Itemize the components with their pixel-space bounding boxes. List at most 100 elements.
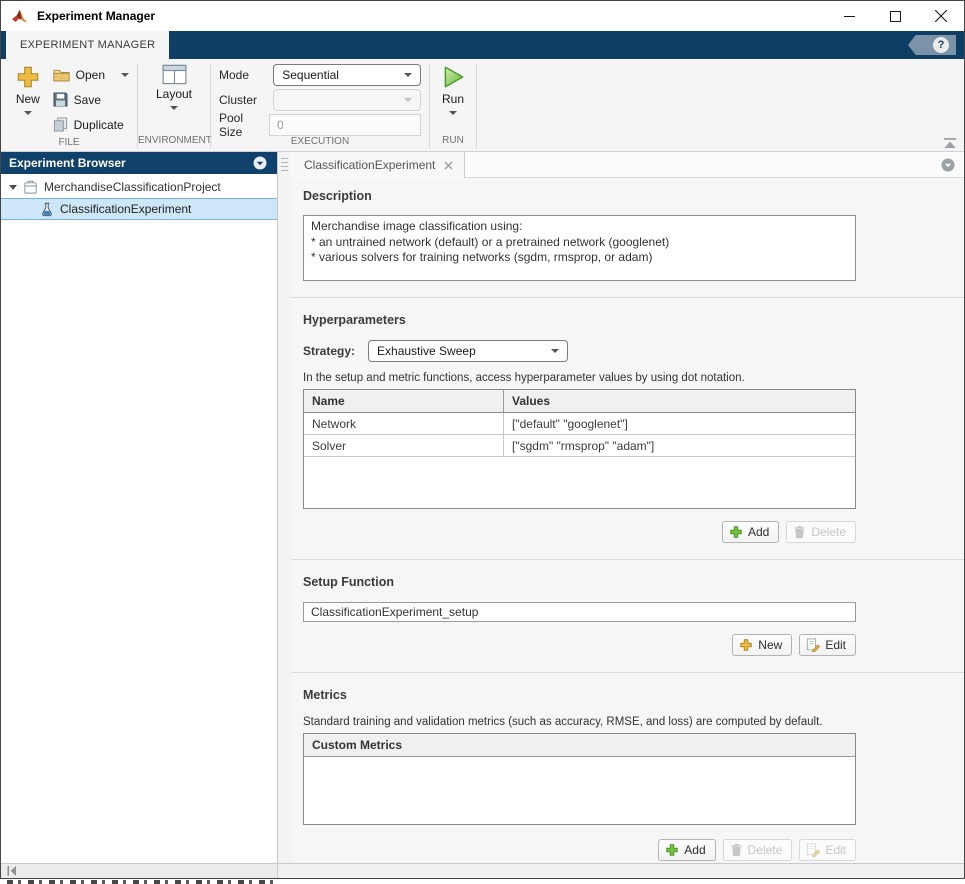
mode-label: Mode [219, 68, 273, 82]
file-group: New Open [1, 59, 137, 151]
tabbar-empty-space [465, 152, 964, 178]
close-button[interactable] [918, 1, 964, 31]
tab-close-icon[interactable] [444, 161, 453, 170]
layout-label: Layout [156, 87, 192, 101]
strategy-value: Exhaustive Sweep [377, 344, 476, 358]
metrics-actions: Add Delete [303, 839, 856, 861]
run-button[interactable]: Run [434, 61, 472, 135]
new-dropdown-caret[interactable] [24, 111, 32, 115]
strategy-dropdown[interactable]: Exhaustive Sweep [368, 340, 568, 362]
open-dropdown-caret[interactable] [121, 73, 129, 77]
mode-dropdown-caret [404, 73, 412, 77]
duplicate-label: Duplicate [74, 118, 124, 132]
panel-menu-button[interactable] [253, 156, 267, 170]
edit-button-label: Edit [825, 638, 846, 652]
delete-button-label: Delete [811, 525, 846, 539]
hyperparameters-table: Name Values Network ["default" "googlene… [303, 389, 856, 509]
pool-size-input [269, 114, 421, 136]
collapse-toolstrip-icon [942, 137, 958, 149]
hyperparameter-add-button[interactable]: Add [722, 521, 779, 543]
run-play-icon [440, 64, 466, 90]
document-tabbar: ClassificationExperiment [291, 152, 964, 178]
setup-new-button[interactable]: New [732, 634, 792, 656]
delete-button-label: Delete [748, 843, 783, 857]
hyperparameters-hint: In the setup and metric functions, acces… [303, 372, 964, 384]
strategy-dropdown-caret [551, 349, 559, 353]
experiment-manager-window: Experiment Manager EXPERIMENT MANAGER ? [0, 0, 965, 879]
hyperparameters-heading: Hyperparameters [303, 313, 964, 327]
experiment-browser-header: Experiment Browser [1, 152, 277, 174]
hyperparameters-actions: Add Delete [303, 521, 856, 543]
toolstrip-separator [476, 64, 477, 148]
hyperparameter-delete-button: Delete [786, 521, 856, 543]
metrics-add-button[interactable]: Add [658, 839, 715, 861]
window-title: Experiment Manager [37, 9, 155, 23]
experiment-document: Description Merchandise image classifica… [291, 178, 964, 863]
help-button[interactable]: ? [908, 35, 956, 55]
execution-group: Mode Sequential Cluster Pool Size [211, 59, 429, 151]
mode-dropdown[interactable]: Sequential [273, 64, 421, 86]
document-tab-label: ClassificationExperiment [304, 158, 435, 172]
save-button[interactable]: Save [49, 87, 133, 112]
layout-dropdown-caret[interactable] [170, 106, 178, 110]
statusbar [1, 863, 964, 878]
setup-edit-button[interactable]: Edit [799, 634, 856, 656]
hyperparameter-values[interactable]: ["default" "googlenet"] [504, 417, 855, 431]
duplicate-button[interactable]: Duplicate [49, 112, 133, 137]
titlebar: Experiment Manager [1, 1, 964, 31]
add-plus-icon [729, 525, 743, 539]
add-plus-icon [665, 843, 679, 857]
table-empty-area [304, 457, 855, 508]
save-label: Save [74, 93, 101, 107]
table-row[interactable]: Solver ["sgdm" "rmsprop" "adam"] [304, 435, 855, 457]
hyperparameter-values[interactable]: ["sgdm" "rmsprop" "adam"] [504, 439, 855, 453]
tree-expand-caret[interactable] [9, 185, 17, 190]
setup-function-heading: Setup Function [303, 575, 964, 589]
add-button-label: Add [684, 843, 705, 857]
collapse-panel-icon[interactable] [6, 865, 18, 877]
ribbon-tab-band: EXPERIMENT MANAGER ? [1, 31, 964, 59]
column-values: Values [504, 394, 855, 408]
cluster-label: Cluster [219, 93, 273, 107]
trash-icon [730, 843, 743, 857]
collapse-toolstrip-button[interactable] [942, 136, 958, 148]
file-group-label: FILE [1, 137, 137, 151]
mode-value: Sequential [282, 68, 339, 82]
tree-item-project[interactable]: MerchandiseClassificationProject [1, 176, 277, 198]
run-dropdown-caret[interactable] [449, 111, 457, 115]
experiment-label: ClassificationExperiment [60, 202, 191, 216]
tab-classification-experiment[interactable]: ClassificationExperiment [291, 152, 465, 178]
metrics-heading: Metrics [303, 688, 964, 702]
section-divider [291, 297, 964, 298]
run-group: Run RUN [430, 59, 476, 151]
panel-splitter[interactable] [278, 152, 291, 863]
description-heading: Description [303, 189, 964, 203]
layout-button[interactable]: Layout [147, 61, 201, 135]
custom-metrics-empty-area [304, 757, 855, 824]
screen-edge-artifact [7, 880, 277, 884]
environment-group-label: ENVIRONMENT [138, 135, 210, 151]
content-area: Experiment Browser MerchandiseClassifica… [1, 152, 964, 863]
custom-metrics-header: Custom Metrics [304, 734, 855, 757]
edit-icon [806, 638, 820, 652]
maximize-button[interactable] [872, 1, 918, 31]
hyperparameter-name[interactable]: Network [304, 413, 504, 434]
open-button[interactable]: Open [49, 62, 133, 87]
tree-item-experiment[interactable]: ClassificationExperiment [1, 198, 277, 220]
new-plus-icon [739, 638, 753, 652]
experiment-browser-panel: Experiment Browser MerchandiseClassifica… [1, 152, 278, 863]
custom-metrics-table: Custom Metrics [303, 733, 856, 825]
description-textarea[interactable]: Merchandise image classification using: … [303, 215, 856, 281]
new-button[interactable]: New [7, 61, 49, 137]
setup-function-actions: New Edit [303, 634, 856, 656]
setup-function-input[interactable]: ClassificationExperiment_setup [303, 602, 856, 622]
minimize-button[interactable] [826, 1, 872, 31]
experiment-flask-icon [40, 202, 54, 217]
tab-experiment-manager[interactable]: EXPERIMENT MANAGER [6, 31, 169, 59]
column-name: Name [304, 390, 504, 412]
add-button-label: Add [748, 525, 769, 539]
hyperparameter-name[interactable]: Solver [304, 435, 504, 456]
document-menu-button[interactable] [941, 158, 955, 172]
table-row[interactable]: Network ["default" "googlenet"] [304, 413, 855, 435]
layout-icon [162, 64, 187, 85]
